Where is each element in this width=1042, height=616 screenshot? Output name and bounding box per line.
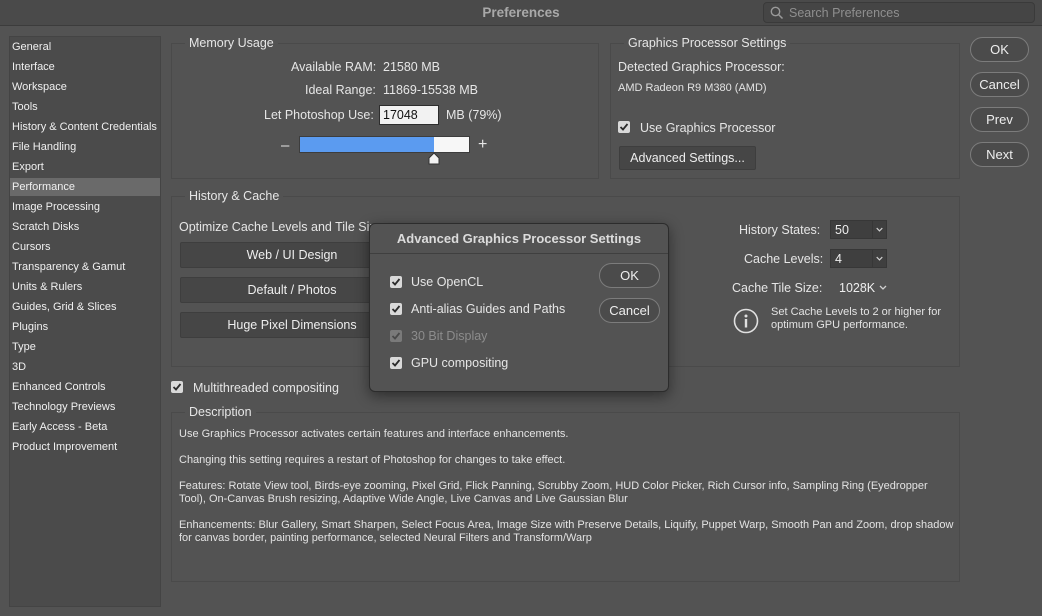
memory-slider-thumb[interactable] bbox=[428, 153, 440, 165]
let-photoshop-use-label: Let Photoshop Use: bbox=[264, 108, 374, 122]
cache-levels-label: Cache Levels: bbox=[744, 252, 824, 266]
30-bit-display-label: 30 Bit Display bbox=[411, 329, 488, 343]
sidebar-item-enhanced-controls[interactable]: Enhanced Controls bbox=[10, 378, 160, 396]
use-opencl-label: Use OpenCL bbox=[411, 275, 484, 289]
sidebar-item-guides[interactable]: Guides, Grid & Slices bbox=[10, 298, 160, 316]
sidebar-item-tools[interactable]: Tools bbox=[10, 98, 160, 116]
ok-button[interactable]: OK bbox=[970, 37, 1029, 62]
dialog-ok-button[interactable]: OK bbox=[599, 263, 660, 288]
sidebar: General Interface Workspace Tools Histor… bbox=[9, 36, 161, 607]
gpu-compositing-label: GPU compositing bbox=[411, 356, 509, 370]
prev-button[interactable]: Prev bbox=[970, 107, 1029, 132]
cache-info-text: Set Cache Levels to 2 or higher for opti… bbox=[771, 306, 941, 331]
30-bit-display-checkbox bbox=[390, 330, 402, 342]
checkmark-icon bbox=[391, 359, 401, 367]
gpu-compositing-checkbox[interactable] bbox=[390, 357, 402, 369]
search-box[interactable] bbox=[763, 2, 1035, 23]
search-input[interactable] bbox=[789, 4, 1029, 21]
sidebar-item-type[interactable]: Type bbox=[10, 338, 160, 356]
sidebar-item-image-processing[interactable]: Image Processing bbox=[10, 198, 160, 216]
multithreaded-compositing-checkbox[interactable] bbox=[171, 381, 183, 393]
sidebar-item-cursors[interactable]: Cursors bbox=[10, 238, 160, 256]
search-icon bbox=[770, 6, 784, 20]
cache-tile-size-label: Cache Tile Size: bbox=[732, 281, 823, 295]
sidebar-item-early-access[interactable]: Early Access - Beta bbox=[10, 418, 160, 436]
cache-tile-size-value: 1028K bbox=[839, 281, 876, 295]
anti-alias-label: Anti-alias Guides and Paths bbox=[411, 302, 566, 316]
dialog-cancel-button[interactable]: Cancel bbox=[599, 298, 660, 323]
available-ram-value: 21580 MB bbox=[383, 60, 440, 74]
cache-levels-value: 4 bbox=[835, 252, 842, 266]
sidebar-item-interface[interactable]: Interface bbox=[10, 58, 160, 76]
sidebar-item-units[interactable]: Units & Rulers bbox=[10, 278, 160, 296]
sidebar-item-history[interactable]: History & Content Credentials bbox=[10, 118, 160, 136]
multithreaded-compositing-label: Multithreaded compositing bbox=[193, 381, 339, 395]
history-states-label: History States: bbox=[739, 223, 821, 237]
memory-usage-title: Memory Usage bbox=[185, 36, 278, 50]
sidebar-item-performance[interactable]: Performance bbox=[10, 178, 160, 196]
description-title: Description bbox=[185, 405, 256, 419]
history-states-value: 50 bbox=[835, 223, 849, 237]
sidebar-item-file-handling[interactable]: File Handling bbox=[10, 138, 160, 156]
increase-memory-button[interactable]: + bbox=[478, 136, 487, 154]
sidebar-item-product-improvement[interactable]: Product Improvement bbox=[10, 438, 160, 456]
description-text-2: Changing this setting requires a restart… bbox=[179, 454, 566, 466]
cache-tile-size-select[interactable]: 1028K bbox=[834, 278, 891, 297]
sidebar-item-plugins[interactable]: Plugins bbox=[10, 318, 160, 336]
chevron-down-icon bbox=[872, 221, 883, 238]
sidebar-item-export[interactable]: Export bbox=[10, 158, 160, 176]
checkmark-icon bbox=[391, 278, 401, 286]
sidebar-item-workspace[interactable]: Workspace bbox=[10, 78, 160, 96]
description-text-1: Use Graphics Processor activates certain… bbox=[179, 428, 569, 440]
memory-slider-track[interactable] bbox=[299, 136, 470, 153]
ideal-range-label: Ideal Range: bbox=[305, 83, 376, 97]
ideal-range-value: 11869-15538 MB bbox=[383, 83, 478, 97]
graphics-processor-title: Graphics Processor Settings bbox=[624, 36, 791, 50]
description-text-3: Features: Rotate View tool, Birds-eye zo… bbox=[179, 480, 928, 505]
dialog-divider bbox=[370, 253, 668, 254]
use-opencl-checkbox[interactable] bbox=[390, 276, 402, 288]
memory-slider-fill bbox=[300, 137, 434, 152]
memory-amount-input[interactable] bbox=[379, 105, 439, 125]
use-graphics-processor-label: Use Graphics Processor bbox=[640, 121, 776, 135]
checkmark-icon bbox=[619, 123, 629, 131]
cancel-button[interactable]: Cancel bbox=[970, 72, 1029, 97]
sidebar-item-technology-previews[interactable]: Technology Previews bbox=[10, 398, 160, 416]
advanced-gpu-dialog: Advanced Graphics Processor Settings Use… bbox=[369, 223, 669, 392]
history-states-select[interactable]: 50 bbox=[830, 220, 887, 239]
available-ram-label: Available RAM: bbox=[291, 60, 377, 74]
info-icon bbox=[733, 308, 759, 334]
decrease-memory-button[interactable]: – bbox=[281, 137, 289, 154]
description-text-4: Enhancements: Blur Gallery, Smart Sharpe… bbox=[179, 519, 954, 544]
sidebar-item-3d[interactable]: 3D bbox=[10, 358, 160, 376]
detected-gpu-label: Detected Graphics Processor: bbox=[618, 60, 785, 74]
history-cache-title: History & Cache bbox=[185, 189, 284, 203]
sidebar-item-general[interactable]: General bbox=[10, 38, 160, 56]
sidebar-item-transparency[interactable]: Transparency & Gamut bbox=[10, 258, 160, 276]
chevron-down-icon bbox=[872, 250, 883, 267]
anti-alias-checkbox[interactable] bbox=[390, 303, 402, 315]
checkmark-icon bbox=[172, 383, 182, 391]
optimize-cache-label: Optimize Cache Levels and Tile Size: bbox=[179, 220, 387, 234]
use-graphics-processor-checkbox[interactable] bbox=[618, 121, 630, 133]
dialog-title: Advanced Graphics Processor Settings bbox=[396, 231, 642, 246]
checkmark-icon bbox=[391, 305, 401, 313]
cache-levels-select[interactable]: 4 bbox=[830, 249, 887, 268]
checkmark-icon bbox=[391, 332, 401, 340]
sidebar-item-scratch-disks[interactable]: Scratch Disks bbox=[10, 218, 160, 236]
advanced-settings-button[interactable]: Advanced Settings... bbox=[619, 146, 756, 170]
detected-gpu-value: AMD Radeon R9 M380 (AMD) bbox=[618, 82, 767, 94]
chevron-down-icon bbox=[879, 285, 887, 290]
next-button[interactable]: Next bbox=[970, 142, 1029, 167]
memory-unit-label: MB (79%) bbox=[446, 108, 502, 122]
